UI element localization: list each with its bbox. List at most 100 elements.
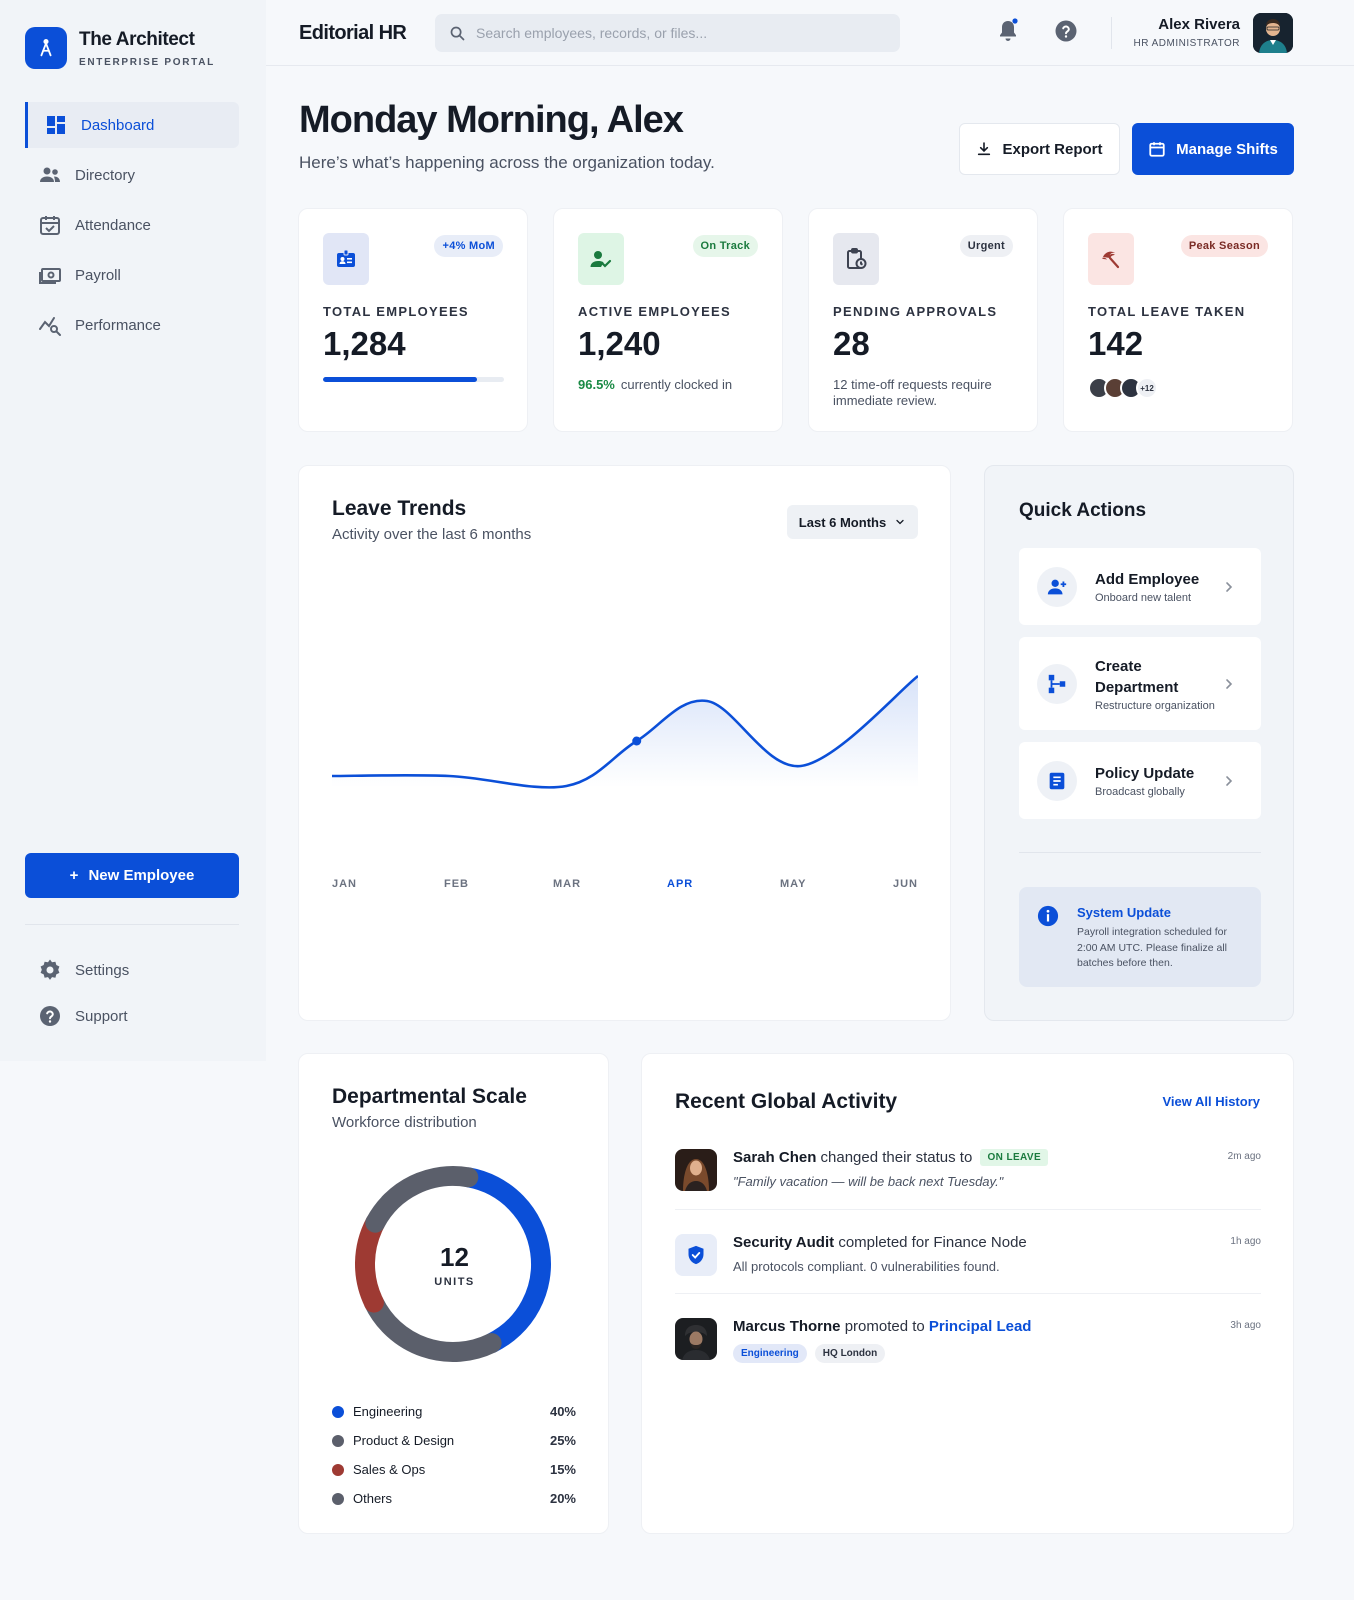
quick-action-desc: Broadcast globally [1095,786,1185,798]
help-icon [1055,20,1077,42]
trend-highlight-point[interactable] [632,736,642,746]
search-box[interactable] [435,14,900,52]
activity-item[interactable]: Security Audit completed for Finance Nod… [675,1234,1261,1294]
sidebar-item-settings[interactable]: Settings [25,948,239,992]
legend-dot [332,1405,344,1418]
plus-icon: + [69,867,79,884]
legend-percent: 40% [549,1404,576,1419]
brand[interactable]: The Architect ENTERPRISE PORTAL [25,27,215,69]
legend-dot [332,1463,344,1476]
calendar-icon [1149,142,1165,157]
brand-title: The Architect [79,28,195,50]
gear-icon [40,959,60,980]
new-employee-button[interactable]: + New Employee [25,853,239,898]
legend-item-sales-ops: Sales & Ops 15% [332,1455,576,1484]
sidebar-nav: Dashboard Directory Attendance Payroll P… [25,102,239,352]
stat-value: 1,284 [323,325,406,362]
quick-action-create-department[interactable]: Create Department Restructure organizati… [1019,637,1261,730]
user-role: HR ADMINISTRATOR [1133,38,1240,49]
help-button[interactable] [1054,19,1078,43]
range-select[interactable]: Last 6 Months [787,505,918,539]
stat-label: TOTAL EMPLOYEES [323,304,469,319]
system-update-title: System Update [1077,905,1171,920]
donut-segment-others[interactable] [365,1166,479,1233]
avatar-more-count: +12 [1136,377,1158,399]
trend-area [332,676,918,788]
activity-target[interactable]: Principal Lead [929,1318,1032,1335]
quick-action-desc: Restructure organization [1095,699,1215,712]
search-input[interactable] [476,25,876,41]
export-report-button[interactable]: Export Report [959,123,1120,175]
sidebar-item-dashboard[interactable]: Dashboard [25,102,239,148]
status-badge: Peak Season [1180,235,1268,257]
sidebar-item-label: Directory [75,166,136,184]
sidebar-item-directory[interactable]: Directory [25,152,239,198]
activity-actor: Security Audit [733,1234,835,1251]
month-label-apr[interactable]: APR [667,878,693,890]
sidebar-item-payroll[interactable]: Payroll [25,252,239,298]
quick-action-policy-update[interactable]: Policy Update Broadcast globally [1019,742,1261,819]
legend-percent: 25% [549,1433,576,1448]
tag-engineering[interactable]: Engineering [733,1344,807,1363]
compass-icon [25,27,67,69]
view-all-history-link[interactable]: View All History [1162,1094,1260,1109]
stat-value: 28 [833,325,870,362]
sidebar-divider [25,924,239,925]
manage-shifts-button[interactable]: Manage Shifts [1132,123,1294,175]
quick-action-name: Create Department [1095,657,1179,696]
avatar [675,1149,717,1191]
activity-time: 3h ago [1230,1320,1261,1331]
top-bar: Editorial HR Alex Rivera HR ADMINISTRATO… [266,0,1354,66]
analytics-icon [39,317,61,336]
activity-text: Marcus Thorne promoted to Principal Lead [733,1318,1193,1335]
activity-item[interactable]: Marcus Thorne promoted to Principal Lead… [675,1318,1261,1378]
chevron-right-icon [1226,775,1233,786]
departmental-scale-card: Departmental Scale Workforce distributio… [298,1053,609,1534]
sidebar-item-label: Performance [75,316,161,334]
stat-card-total-leave: Peak Season TOTAL LEAVE TAKEN 142 +12 [1063,208,1293,432]
tag-hq-london[interactable]: HQ London [814,1344,886,1363]
sidebar-bottom-nav: Settings Support [25,948,239,1040]
card-subtitle: Activity over the last 6 months [332,526,532,543]
activity-text: Sarah Chen changed their status to ON LE… [733,1149,1193,1166]
divider [675,1209,1261,1210]
donut-segment-product-design[interactable] [363,1292,502,1362]
page-title: Monday Morning, Alex [299,99,684,141]
divider [675,1293,1261,1294]
quick-action-name: Add Employee [1095,571,1200,588]
user-check-icon [578,233,624,285]
stat-label: ACTIVE EMPLOYEES [578,304,731,319]
sidebar-item-label: Attendance [75,216,151,234]
sidebar-item-support[interactable]: Support [25,994,239,1038]
sidebar-item-attendance[interactable]: Attendance [25,202,239,248]
card-title: Quick Actions [1019,500,1147,521]
status-badge: ON LEAVE [980,1149,1049,1166]
leave-trends-chart [332,674,918,789]
chevron-down-icon [896,519,904,525]
progress-bar [323,377,504,382]
legend-item-others: Others 20% [332,1484,576,1513]
sidebar-item-performance[interactable]: Performance [25,302,239,348]
legend: Engineering 40% Product & Design 25% Sal… [332,1397,576,1513]
avatar-stack[interactable]: +12 [1088,377,1158,399]
chevron-right-icon [1226,678,1233,689]
quick-action-add-employee[interactable]: Add Employee Onboard new talent [1019,548,1261,625]
beach-umbrella-icon [1088,233,1134,285]
activity-detail: All protocols compliant. 0 vulnerabiliti… [733,1259,1000,1274]
legend-name: Product & Design [353,1433,455,1448]
calendar-check-icon [40,216,60,235]
help-icon [40,1006,60,1026]
legend-name: Others [353,1491,393,1506]
activity-text: Security Audit completed for Finance Nod… [733,1234,1193,1251]
legend-dot [332,1434,344,1447]
notifications-button[interactable] [996,18,1020,44]
month-label-jun: JUN [893,878,919,890]
topbar-divider [1111,17,1112,49]
user-info[interactable]: Alex Rivera HR ADMINISTRATOR [1133,16,1240,49]
activity-time: 1h ago [1230,1236,1261,1247]
activity-item[interactable]: Sarah Chen changed their status to ON LE… [675,1149,1261,1209]
page-subtitle: Here’s what’s happening across the organ… [299,153,715,172]
status-badge: On Track [692,235,758,257]
brand-subtitle: ENTERPRISE PORTAL [79,56,215,68]
avatar[interactable] [1253,13,1293,53]
